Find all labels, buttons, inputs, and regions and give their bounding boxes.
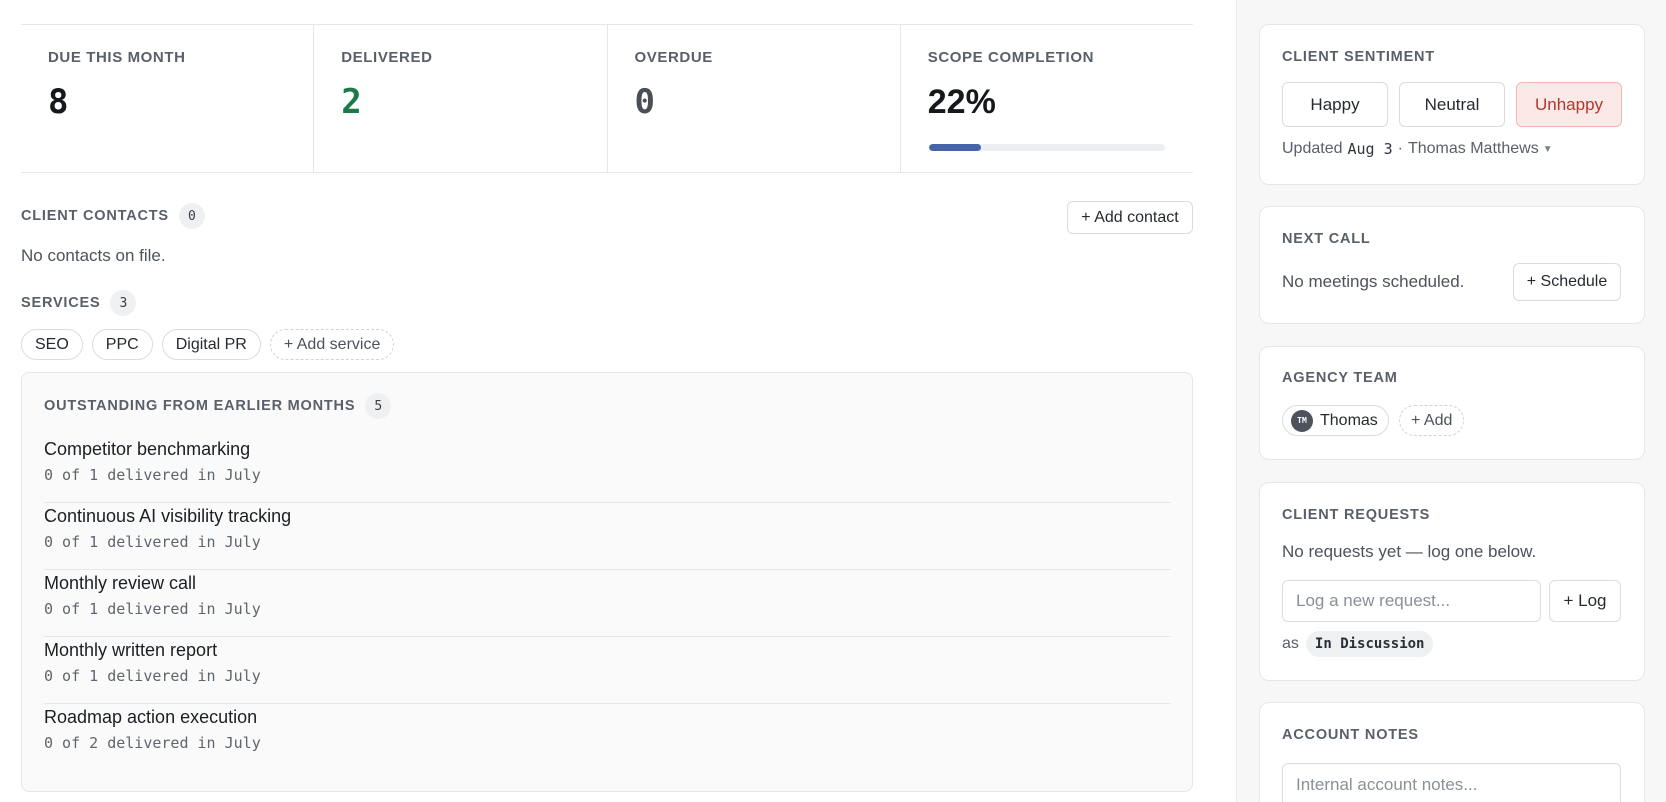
contacts-empty-text: No contacts on file. [21,246,166,265]
request-status-row: as In Discussion [1282,631,1434,657]
list-item[interactable]: Monthly written report 0 of 1 delivered … [44,637,1171,704]
list-item[interactable]: Continuous AI visibility tracking 0 of 1… [44,503,1171,570]
account-notes-input[interactable] [1282,763,1621,802]
add-team-member-button[interactable]: + Add [1399,405,1465,436]
list-item[interactable]: Competitor benchmarking 0 of 1 delivered… [44,436,1171,503]
list-item[interactable]: Roadmap action execution 0 of 2 delivere… [44,704,1171,771]
as-label: as [1282,635,1299,652]
client-sentiment-card: CLIENT SENTIMENT Happy Neutral Unhappy U… [1259,24,1645,185]
updated-prefix: Updated [1282,140,1343,157]
sentiment-updated: Updated Aug 3 · Thomas Matthews ▼ [1282,140,1553,158]
stat-label: SCOPE COMPLETION [927,49,1095,66]
section-title: CLIENT CONTACTS [21,208,169,224]
task-meta: 0 of 2 delivered in July [44,734,261,752]
main-content: DUE THIS MONTH 8 DELIVERED 2 OVERDUE 0 S… [21,0,1193,802]
count-badge: 0 [178,203,205,229]
sentiment-happy-button[interactable]: Happy [1282,82,1388,127]
agency-team-card: AGENCY TEAM TM Thomas + Add [1259,346,1645,460]
card-title: NEXT CALL [1282,231,1371,247]
sentiment-options: Happy Neutral Unhappy [1282,82,1622,127]
updated-by: Thomas Matthews [1407,140,1539,157]
account-notes-card: ACCOUNT NOTES [1259,702,1645,802]
task-name: Monthly review call [44,573,197,593]
scope-progress-bar [928,144,1165,151]
stat-value: 22% [927,83,996,121]
sentiment-unhappy-button[interactable]: Unhappy [1516,82,1622,127]
card-title: AGENCY TEAM [1282,370,1398,386]
task-meta: 0 of 1 delivered in July [44,466,261,484]
stat-value: 8 [48,82,69,122]
request-status-select[interactable]: In Discussion [1305,631,1434,657]
task-name: Monthly written report [44,640,218,660]
client-requests-card: CLIENT REQUESTS No requests yet — log on… [1259,482,1645,681]
card-title: CLIENT REQUESTS [1282,507,1431,523]
updated-separator: · [1397,140,1403,157]
outstanding-panel: OUTSTANDING FROM EARLIER MONTHS 5 Compet… [21,372,1193,792]
updated-date: Aug 3 [1347,140,1393,158]
task-meta: 0 of 1 delivered in July [44,667,261,685]
list-item[interactable]: Monthly review call 0 of 1 delivered in … [44,570,1171,637]
section-title: OUTSTANDING FROM EARLIER MONTHS [44,398,356,414]
sentiment-neutral-button[interactable]: Neutral [1399,82,1505,127]
outstanding-header: OUTSTANDING FROM EARLIER MONTHS 5 [44,393,392,419]
section-title: SERVICES [21,295,101,311]
requests-empty-text: No requests yet — log one below. [1282,542,1537,561]
stat-label: DUE THIS MONTH [48,49,186,66]
outstanding-list: Competitor benchmarking 0 of 1 delivered… [44,436,1171,771]
service-chips: SEO PPC Digital PR + Add service [21,329,395,360]
team-member-chip[interactable]: TM Thomas [1282,405,1389,436]
card-title: ACCOUNT NOTES [1282,727,1419,743]
scope-progress-fill [928,144,981,151]
sidebar: CLIENT SENTIMENT Happy Neutral Unhappy U… [1236,0,1666,802]
stat-delivered: DELIVERED 2 [313,25,606,172]
task-name: Competitor benchmarking [44,439,251,459]
service-chip-seo[interactable]: SEO [21,329,83,360]
avatar: TM [1291,409,1313,432]
stats-row: DUE THIS MONTH 8 DELIVERED 2 OVERDUE 0 S… [21,24,1193,173]
updated-by-select[interactable]: Thomas Matthews ▼ [1408,140,1553,158]
task-meta: 0 of 1 delivered in July [44,533,261,551]
stat-value: 0 [634,82,655,122]
stat-scope-completion: SCOPE COMPLETION 22% [899,25,1193,172]
request-input[interactable] [1282,580,1541,622]
log-request-button[interactable]: + Log [1549,580,1621,622]
count-badge: 3 [110,290,137,316]
stat-due-this-month: DUE THIS MONTH 8 [21,25,313,172]
count-badge: 5 [365,393,392,419]
caret-down-icon: ▼ [1542,143,1553,155]
task-name: Roadmap action execution [44,707,258,727]
stat-label: DELIVERED [341,49,433,66]
add-contact-button[interactable]: + Add contact [1067,201,1193,234]
stat-overdue: OVERDUE 0 [606,25,900,172]
task-name: Continuous AI visibility tracking [44,506,292,526]
stat-label: OVERDUE [634,49,713,66]
add-service-button[interactable]: + Add service [269,329,395,360]
client-contacts-header: CLIENT CONTACTS 0 [21,203,205,229]
task-meta: 0 of 1 delivered in July [44,600,261,618]
next-call-empty-text: No meetings scheduled. [1282,272,1465,291]
stat-value: 2 [341,82,362,122]
service-chip-digital-pr[interactable]: Digital PR [161,329,261,360]
services-header: SERVICES 3 [21,290,137,316]
card-title: CLIENT SENTIMENT [1282,49,1435,65]
next-call-card: NEXT CALL No meetings scheduled. + Sched… [1259,206,1645,324]
service-chip-ppc[interactable]: PPC [91,329,153,360]
schedule-button[interactable]: + Schedule [1513,263,1621,301]
team-member-name: Thomas [1320,411,1378,429]
